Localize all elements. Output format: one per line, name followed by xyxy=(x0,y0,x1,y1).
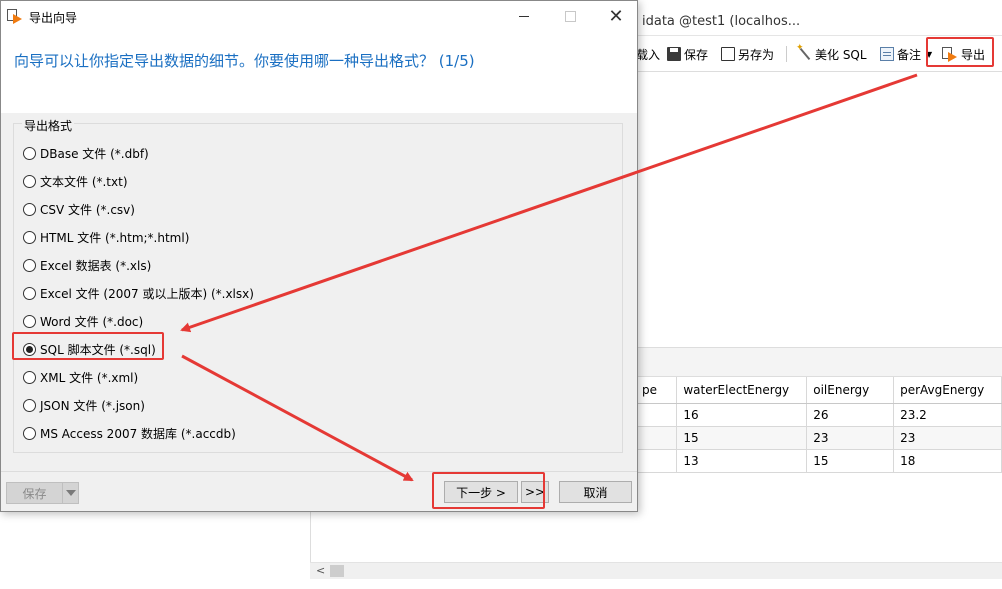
table-cell[interactable]: 23 xyxy=(806,426,895,450)
close-icon: ✕ xyxy=(608,6,624,27)
format-option-json[interactable]: JSON 文件 (*.json) xyxy=(23,397,145,414)
beautify-sql-button[interactable]: 美化 SQL xyxy=(796,43,867,64)
table-row[interactable]: 16 26 23.2 xyxy=(636,403,1002,427)
dialog-titlebar: 导出向导 ✕ xyxy=(1,1,637,32)
radio-button[interactable] xyxy=(23,203,36,216)
save-as-button[interactable]: 另存为 xyxy=(721,44,774,64)
format-option-txt[interactable]: 文本文件 (*.txt) xyxy=(23,173,128,190)
horizontal-scrollbar[interactable]: < xyxy=(310,562,1002,579)
save-query-label: 保存 xyxy=(684,47,709,62)
format-option-xls[interactable]: Excel 数据表 (*.xls) xyxy=(23,257,151,274)
format-label: XML 文件 (*.xml) xyxy=(40,371,139,385)
toolbar-separator xyxy=(786,46,787,62)
close-button[interactable]: ✕ xyxy=(593,1,639,32)
load-button[interactable]: 载入 xyxy=(636,44,660,64)
export-format-group: 导出格式 DBase 文件 (*.dbf) 文本文件 (*.txt) CSV 文… xyxy=(13,117,623,453)
format-option-doc[interactable]: Word 文件 (*.doc) xyxy=(23,313,143,330)
object-panel xyxy=(0,512,310,589)
app-titlebar: idata @test1 (localhos... xyxy=(636,0,1002,36)
format-label: Excel 数据表 (*.xls) xyxy=(40,259,152,273)
table-cell[interactable]: 23.2 xyxy=(893,403,1002,427)
table-row[interactable]: 13 15 18 xyxy=(636,449,1002,473)
group-label: 导出格式 xyxy=(22,117,75,134)
magic-wand-icon xyxy=(796,43,812,61)
dialog-title: 导出向导 xyxy=(29,11,78,25)
chevron-down-icon xyxy=(62,482,79,504)
note-label: 备注 xyxy=(897,47,922,62)
format-option-html[interactable]: HTML 文件 (*.htm;*.html) xyxy=(23,229,189,246)
save-as-label: 另存为 xyxy=(738,47,775,62)
radio-button[interactable] xyxy=(23,371,36,384)
radio-button[interactable] xyxy=(23,315,36,328)
result-tabs-bar xyxy=(636,347,1002,377)
export-icon xyxy=(7,9,23,24)
sql-editor-area[interactable] xyxy=(636,72,1002,347)
load-label: 载入 xyxy=(636,47,661,62)
note-button[interactable]: 备注 ▼ xyxy=(880,44,932,64)
format-label: MS Access 2007 数据库 (*.accdb) xyxy=(40,427,236,441)
result-grid: pe waterElectEnergy oilEnergy perAvgEner… xyxy=(636,377,1002,473)
table-cell[interactable] xyxy=(636,449,678,473)
radio-button[interactable] xyxy=(23,427,36,440)
format-label: HTML 文件 (*.htm;*.html) xyxy=(40,231,190,245)
column-header[interactable]: oilEnergy xyxy=(806,377,895,404)
radio-button[interactable] xyxy=(23,147,36,160)
column-header[interactable]: waterElectEnergy xyxy=(676,377,808,404)
dialog-header: 向导可以让你指定导出数据的细节。你要使用哪一种导出格式？ (1/5) xyxy=(1,32,637,113)
export-wizard-dialog: 导出向导 ✕ 向导可以让你指定导出数据的细节。你要使用哪一种导出格式？ (1/5… xyxy=(0,0,638,512)
save-profile-button: 保存 xyxy=(6,482,63,504)
format-label: JSON 文件 (*.json) xyxy=(40,399,145,413)
format-label: Word 文件 (*.doc) xyxy=(40,315,144,329)
sql-option-highlight xyxy=(12,332,164,360)
table-cell[interactable]: 15 xyxy=(676,426,808,450)
radio-button[interactable] xyxy=(23,287,36,300)
table-cell[interactable]: 18 xyxy=(893,449,1002,473)
status-bar xyxy=(310,579,1002,589)
table-cell[interactable] xyxy=(636,403,678,427)
beautify-sql-label: 美化 SQL xyxy=(815,47,867,62)
save-icon xyxy=(667,47,681,61)
minimize-button[interactable] xyxy=(501,1,547,32)
table-cell[interactable]: 13 xyxy=(676,449,808,473)
table-cell[interactable]: 26 xyxy=(806,403,895,427)
radio-button[interactable] xyxy=(23,175,36,188)
format-option-dbf[interactable]: DBase 文件 (*.dbf) xyxy=(23,145,149,162)
format-option-xlsx[interactable]: Excel 文件 (2007 或以上版本) (*.xlsx) xyxy=(23,285,254,302)
table-cell[interactable] xyxy=(636,426,678,450)
radio-button[interactable] xyxy=(23,231,36,244)
scroll-thumb[interactable] xyxy=(330,565,344,577)
format-label: CSV 文件 (*.csv) xyxy=(40,203,135,217)
table-row[interactable]: 15 23 23 xyxy=(636,426,1002,450)
maximize-button xyxy=(547,1,593,32)
app-title: idata @test1 (localhos... xyxy=(642,14,801,29)
column-header[interactable]: pe xyxy=(636,377,678,404)
format-label: DBase 文件 (*.dbf) xyxy=(40,147,149,161)
note-icon xyxy=(880,47,894,61)
cancel-button[interactable]: 取消 xyxy=(559,481,632,503)
scroll-left-icon[interactable]: < xyxy=(316,564,325,577)
radio-button[interactable] xyxy=(23,259,36,272)
next-button-highlight xyxy=(432,472,545,509)
save-as-icon xyxy=(721,47,735,61)
format-option-csv[interactable]: CSV 文件 (*.csv) xyxy=(23,201,135,218)
format-option-xml[interactable]: XML 文件 (*.xml) xyxy=(23,369,138,386)
column-header[interactable]: perAvgEnergy xyxy=(893,377,1002,404)
wizard-heading: 向导可以让你指定导出数据的细节。你要使用哪一种导出格式？ (1/5) xyxy=(14,52,475,70)
table-cell[interactable]: 23 xyxy=(893,426,1002,450)
table-cell[interactable]: 16 xyxy=(676,403,808,427)
format-label: Excel 文件 (2007 或以上版本) (*.xlsx) xyxy=(40,287,254,301)
format-label: 文本文件 (*.txt) xyxy=(40,175,128,189)
save-query-button[interactable]: 保存 xyxy=(667,44,708,64)
radio-button[interactable] xyxy=(23,399,36,412)
table-cell[interactable]: 15 xyxy=(806,449,895,473)
format-option-accdb[interactable]: MS Access 2007 数据库 (*.accdb) xyxy=(23,425,236,442)
export-button-highlight xyxy=(926,37,994,67)
result-table: pe waterElectEnergy oilEnergy perAvgEner… xyxy=(636,377,1002,473)
